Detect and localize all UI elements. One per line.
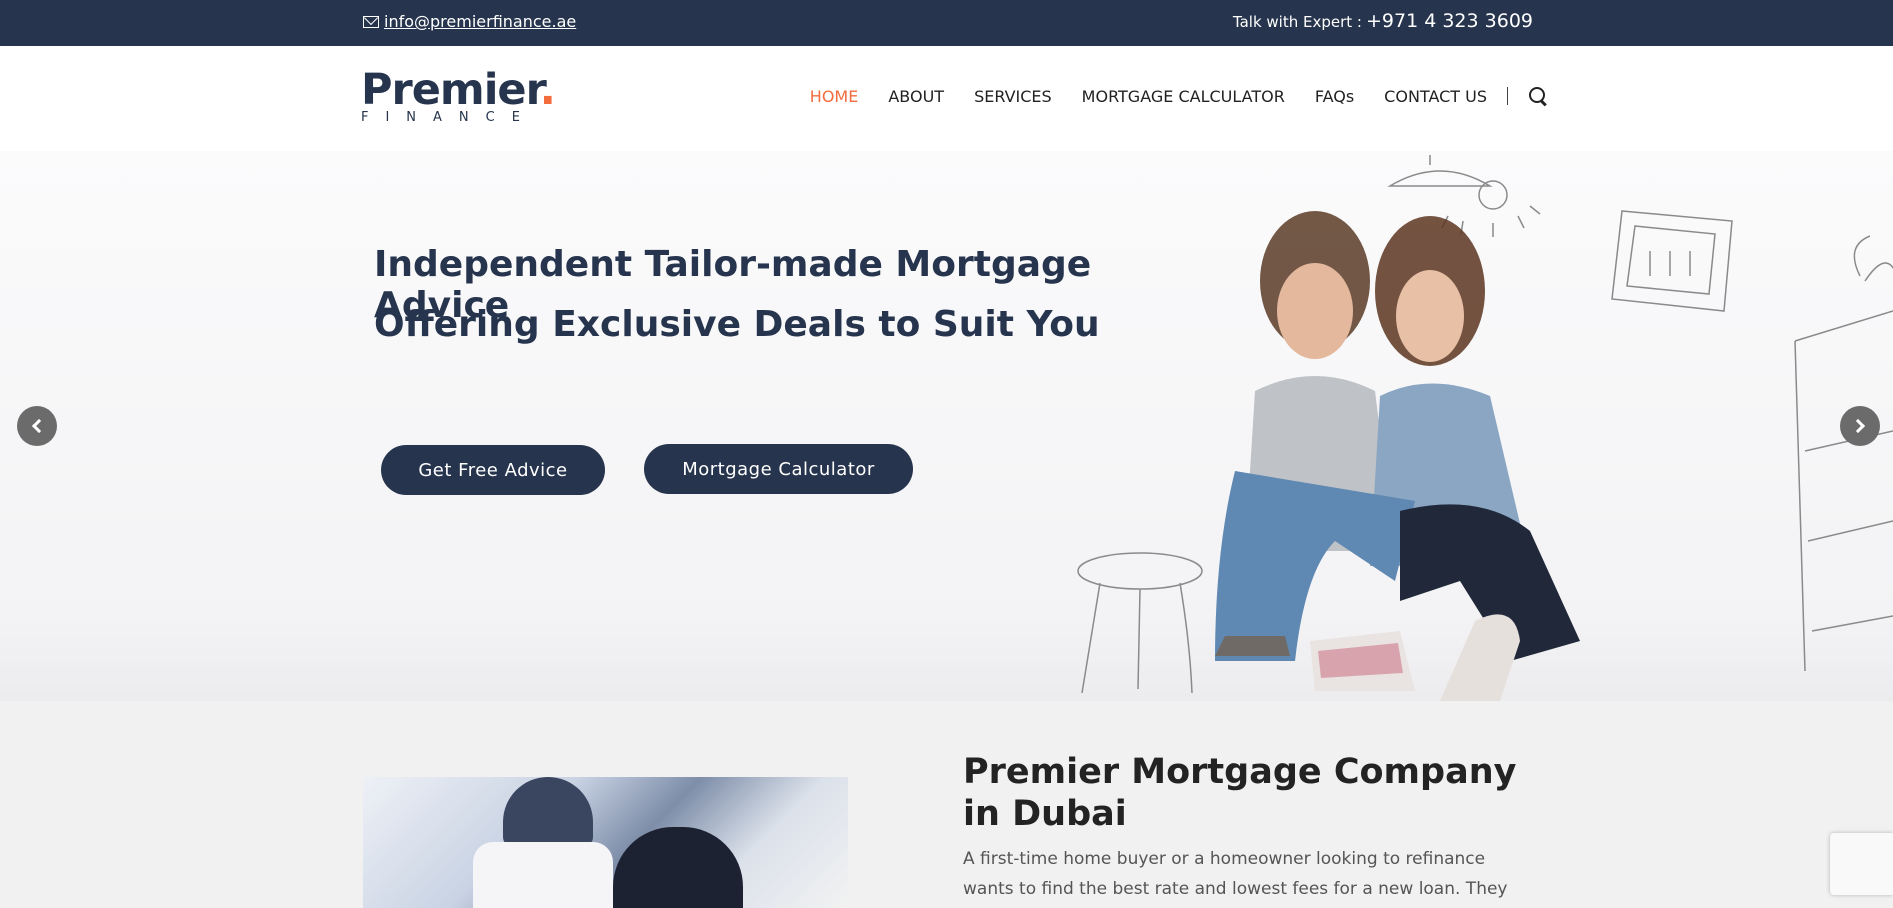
logo-subtitle: FINANCE: [361, 110, 537, 125]
couple-photo: [1215, 211, 1580, 701]
chevron-left-icon: [31, 418, 47, 434]
nav-about[interactable]: ABOUT: [888, 87, 944, 106]
recaptcha-badge[interactable]: [1830, 833, 1893, 895]
hero-headline-line-2: Offering Exclusive Deals to Suit You: [374, 304, 1100, 345]
email-contact[interactable]: info@premierfinance.ae: [363, 12, 576, 31]
nav-mortgage-calculator[interactable]: MORTGAGE CALCULATOR: [1082, 87, 1285, 106]
about-section: Premier Mortgage Company in Dubai A firs…: [0, 701, 1893, 908]
site-header: Premier. FINANCE HOME ABOUT SERVICES MOR…: [0, 46, 1893, 151]
sketch-stool-icon: [1077, 552, 1203, 694]
logo-word: Premier: [361, 65, 541, 115]
phone-number[interactable]: +971 4 323 3609: [1366, 10, 1533, 32]
search-icon[interactable]: [1528, 86, 1548, 106]
sketch-shelf-icon: [1794, 235, 1893, 672]
nav-divider: [1507, 87, 1508, 105]
nav-contact-us[interactable]: CONTACT US: [1384, 87, 1487, 106]
logo-dot: .: [539, 65, 556, 115]
nav-home[interactable]: HOME: [810, 87, 859, 106]
mail-icon: [363, 15, 379, 28]
slider-next-button[interactable]: [1840, 406, 1880, 446]
premier-finance-logo[interactable]: Premier. FINANCE: [361, 65, 556, 128]
get-free-advice-button[interactable]: Get Free Advice: [381, 445, 605, 495]
advisors-photo: [363, 777, 848, 908]
email-link[interactable]: info@premierfinance.ae: [384, 12, 576, 31]
phone-contact[interactable]: Talk with Expert : +971 4 323 3609: [1233, 10, 1533, 32]
about-text: A first-time home buyer or a homeowner l…: [963, 849, 1508, 899]
phone-label: Talk with Expert :: [1232, 13, 1362, 31]
sketch-frame-icon: [1611, 210, 1733, 312]
nav-faqs[interactable]: FAQs: [1315, 87, 1354, 106]
nav-services[interactable]: SERVICES: [974, 87, 1052, 106]
mortgage-calculator-button[interactable]: Mortgage Calculator: [644, 444, 913, 494]
chevron-right-icon: [1850, 418, 1866, 434]
about-title: Premier Mortgage Company in Dubai: [963, 752, 1517, 834]
hero-illustration: [1077, 155, 1893, 701]
hero-slider: Independent Tailor-made Mortgage Advice …: [0, 151, 1893, 701]
slider-prev-button[interactable]: [17, 406, 57, 446]
main-nav: HOME ABOUT SERVICES MORTGAGE CALCULATOR …: [810, 86, 1548, 106]
top-bar: info@premierfinance.ae Talk with Expert …: [0, 0, 1893, 46]
